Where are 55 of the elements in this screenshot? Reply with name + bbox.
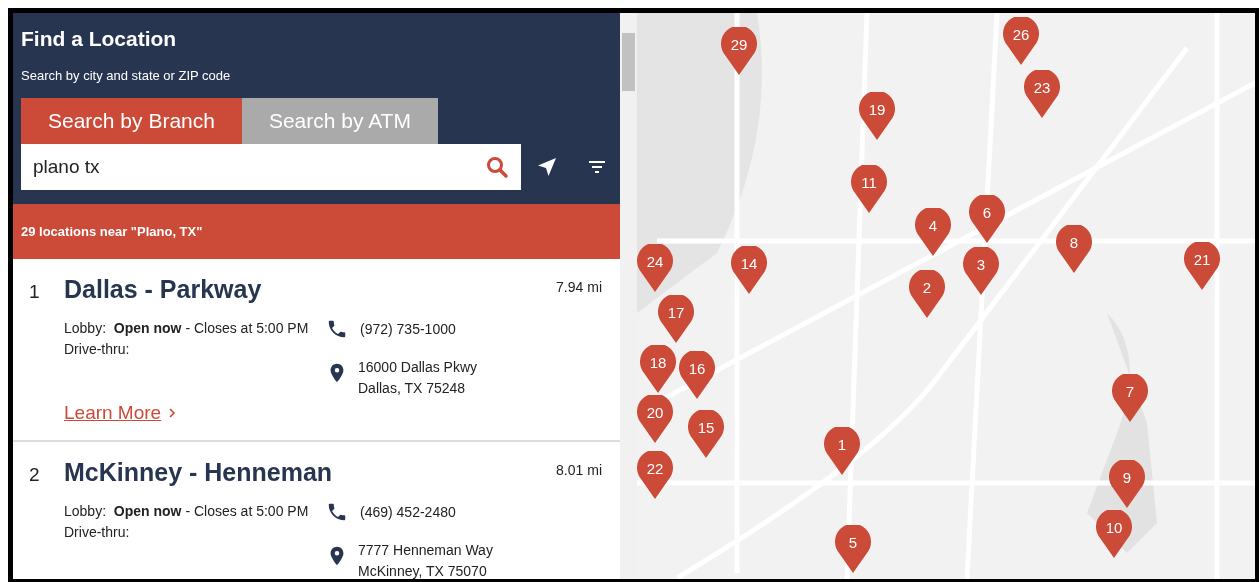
map-pin[interactable]: 3 [963, 247, 999, 295]
map-pin[interactable]: 17 [658, 295, 694, 343]
map-pin[interactable]: 22 [637, 451, 673, 499]
address-line: McKinney, TX 75070 [358, 562, 488, 579]
page-subtitle: Search by city and state or ZIP code [21, 68, 232, 83]
lobby-hours: Lobby: Open now - Closes at 5:00 PM [64, 502, 310, 521]
map-pin[interactable]: 15 [688, 410, 724, 458]
map-pin[interactable]: 23 [1024, 70, 1060, 118]
distance: 8.01 mi [556, 461, 602, 478]
map-pin[interactable]: 9 [1109, 460, 1145, 508]
map-pin[interactable]: 26 [1003, 17, 1039, 65]
map-pin[interactable]: 18 [640, 345, 676, 393]
map-pin[interactable]: 11 [851, 165, 887, 213]
map-pin[interactable]: 8 [1056, 225, 1092, 273]
map-area[interactable]: 26 29 23 19 11 4 6 8 24 14 3 21 2 17 18 16 20 7 15 1 22 9 10 5 [637, 13, 1255, 579]
address-line: 16000 Dallas Pkwy [358, 358, 478, 377]
search-tab[interactable]: Search by Branch [21, 98, 242, 144]
map-pin[interactable]: 1 [824, 427, 860, 475]
scrollbar[interactable] [620, 13, 637, 579]
results-count: 29 locations near "Plano, TX" [21, 224, 203, 239]
drive-thru-hours: Drive-thru: [64, 340, 131, 359]
distance: 7.94 mi [556, 278, 602, 295]
result-number: 2 [29, 463, 41, 487]
map-pin[interactable]: 6 [969, 195, 1005, 243]
search-field[interactable]: plano tx [21, 144, 521, 190]
scrollbar-thumb[interactable] [622, 33, 635, 91]
phone-icon [326, 501, 348, 523]
map-pin[interactable]: 10 [1096, 510, 1132, 558]
address-line: 7777 Henneman Way [358, 541, 493, 560]
search-icon[interactable] [485, 155, 509, 179]
map-pin[interactable]: 2 [909, 270, 945, 318]
map-pin[interactable]: 7 [1112, 374, 1148, 422]
phone-number[interactable]: (469) 452-2480 [360, 504, 456, 520]
chevron-icon [167, 406, 178, 420]
lobby-hours: Lobby: Open now - Closes at 5:00 PM [64, 319, 310, 338]
map-pin[interactable]: 4 [915, 208, 951, 256]
learn-more-link[interactable]: Learn More [64, 402, 178, 424]
phone-icon [326, 318, 348, 340]
map-pin[interactable]: 29 [721, 27, 757, 75]
drive-thru-hours: Drive-thru: [64, 523, 131, 542]
map-pin[interactable]: 5 [835, 525, 871, 573]
page-title: Find a Location [21, 27, 178, 51]
location-arrow-icon[interactable] [535, 155, 559, 179]
map-pin[interactable]: 16 [679, 351, 715, 399]
branch-name[interactable]: Dallas - Parkway [64, 275, 262, 304]
branch-name[interactable]: McKinney - Henneman [64, 458, 333, 487]
phone-number[interactable]: (972) 735-1000 [360, 321, 456, 337]
map-pin[interactable]: 19 [859, 92, 895, 140]
map-pin[interactable]: 24 [637, 244, 673, 292]
address-line: Dallas, TX 75248 [358, 379, 467, 398]
result-number: 1 [29, 280, 41, 304]
map-pin[interactable]: 20 [637, 395, 673, 443]
map-pin[interactable]: 21 [1184, 242, 1220, 290]
map-pin[interactable]: 14 [731, 246, 767, 294]
search-tab[interactable]: Search by ATM [241, 98, 438, 144]
